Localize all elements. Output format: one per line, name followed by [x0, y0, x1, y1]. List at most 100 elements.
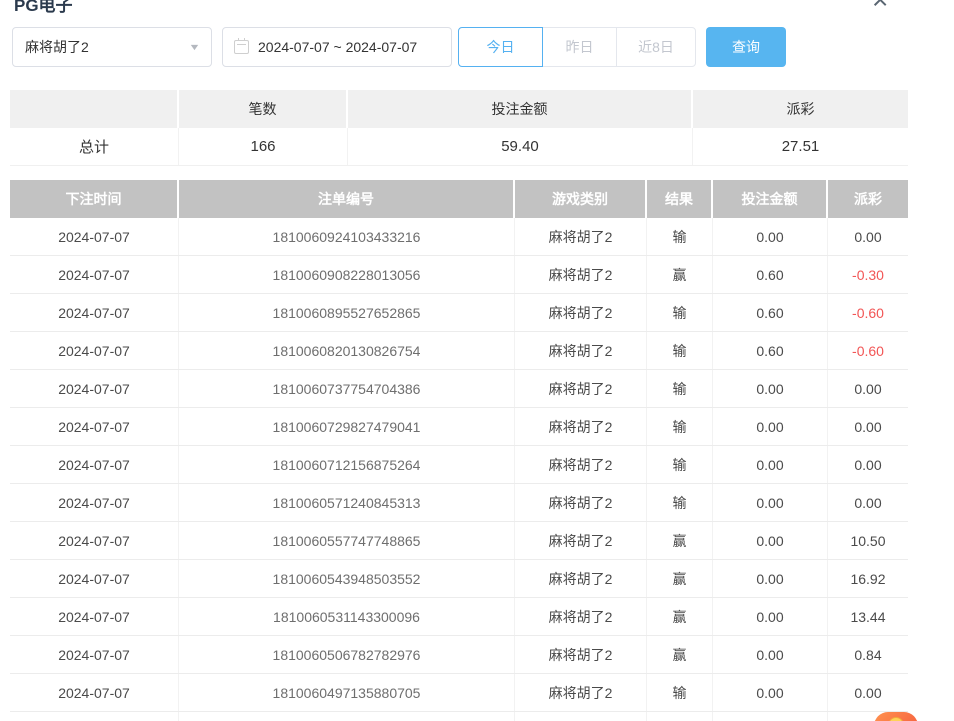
cell-result: 输	[647, 408, 713, 445]
cell-result: 赢	[647, 598, 713, 635]
cell-bet-id: 1810060737754704386	[179, 370, 515, 407]
header-result: 结果	[647, 180, 713, 218]
table-row: 2024-07-07 1810060506782782976 麻将胡了2 赢 0…	[10, 636, 908, 674]
table-row: 2024-07-07 1810060729827479041 麻将胡了2 输 0…	[10, 408, 908, 446]
cell-bet-id: 1810060557747748865	[179, 522, 515, 559]
table-row: 2024-07-07 1810060531143300096 麻将胡了2 赢 0…	[10, 598, 908, 636]
cell-bet-id: 1810060820130826754	[179, 332, 515, 369]
cell-bet-id: 1810060729827479041	[179, 408, 515, 445]
cell-bet-time: 2024-07-07	[10, 598, 179, 635]
cell-bet-time: 2024-07-07	[10, 560, 179, 597]
table-body: 2024-07-07 1810060924103433216 麻将胡了2 输 0…	[10, 218, 908, 712]
table-row: 2024-07-07 1810060737754704386 麻将胡了2 输 0…	[10, 370, 908, 408]
cell-bet-time: 2024-07-07	[10, 294, 179, 331]
cell-bet-time: 2024-07-07	[10, 674, 179, 711]
cell-bet-amount: 0.60	[713, 294, 828, 331]
cell-game-type: 麻将胡了2	[515, 636, 647, 673]
calendar-icon	[234, 40, 249, 54]
cell-bet-id: 1810060571240845313	[179, 484, 515, 521]
date-range-picker[interactable]: 2024-07-07 ~ 2024-07-07	[222, 27, 452, 67]
header-payout: 派彩	[828, 180, 908, 218]
summary-header-payout: 派彩	[693, 90, 908, 128]
chevron-down-icon: ▼	[188, 42, 200, 52]
today-button[interactable]: 今日	[458, 27, 543, 67]
cell-game-type: 麻将胡了2	[515, 218, 647, 255]
cell-bet-id: 1810060895527652865	[179, 294, 515, 331]
header-bet-id: 注单编号	[179, 180, 515, 218]
cell-payout: 16.92	[828, 560, 908, 597]
table-row: 2024-07-07 1810060712156875264 麻将胡了2 输 0…	[10, 446, 908, 484]
summary-total-count: 166	[179, 128, 348, 165]
cell-game-type: 麻将胡了2	[515, 484, 647, 521]
cell-bet-amount: 0.00	[713, 484, 828, 521]
cell-bet-time: 2024-07-07	[10, 332, 179, 369]
cell-result: 输	[647, 674, 713, 711]
cell-bet-time: 2024-07-07	[10, 370, 179, 407]
summary-total-payout: 27.51	[693, 128, 908, 165]
cell-bet-time: 2024-07-07	[10, 522, 179, 559]
query-button[interactable]: 查询	[706, 27, 786, 67]
table-row: 2024-07-07 1810060571240845313 麻将胡了2 输 0…	[10, 484, 908, 522]
cell-result: 赢	[647, 522, 713, 559]
cell-result: 赢	[647, 560, 713, 597]
cell-game-type: 麻将胡了2	[515, 256, 647, 293]
cell-bet-time: 2024-07-07	[10, 636, 179, 673]
yesterday-button[interactable]: 昨日	[542, 27, 617, 67]
summary-total-bet-amount: 59.40	[348, 128, 693, 165]
cell-game-type: 麻将胡了2	[515, 522, 647, 559]
cell-result: 输	[647, 370, 713, 407]
last8days-button[interactable]: 近8日	[616, 27, 696, 67]
cell-game-type: 麻将胡了2	[515, 370, 647, 407]
cell-bet-amount: 0.00	[713, 522, 828, 559]
cell-result: 输	[647, 332, 713, 369]
cell-game-type: 麻将胡了2	[515, 598, 647, 635]
cell-bet-amount: 0.00	[713, 218, 828, 255]
cell-payout: 0.00	[828, 370, 908, 407]
header-bet-amount: 投注金额	[713, 180, 828, 218]
cell-payout: 0.00	[828, 674, 908, 711]
cell-bet-amount: 0.00	[713, 370, 828, 407]
cell-bet-time: 2024-07-07	[10, 446, 179, 483]
table-row: 2024-07-07 1810060497135880705 麻将胡了2 输 0…	[10, 674, 908, 712]
cell-game-type: 麻将胡了2	[515, 560, 647, 597]
summary-header-bet-amount: 投注金额	[348, 90, 693, 128]
cell-result: 输	[647, 446, 713, 483]
cell-payout: 13.44	[828, 598, 908, 635]
cell-bet-amount: 0.00	[713, 560, 828, 597]
summary-total-label: 总计	[10, 128, 179, 165]
cell-result: 输	[647, 484, 713, 521]
cell-bet-id: 1810060908228013056	[179, 256, 515, 293]
cell-bet-amount: 0.60	[713, 256, 828, 293]
table-row: 2024-07-07 1810060924103433216 麻将胡了2 输 0…	[10, 218, 908, 256]
cell-payout: -0.60	[828, 332, 908, 369]
cell-game-type: 麻将胡了2	[515, 408, 647, 445]
close-icon[interactable]: ×	[872, 0, 888, 14]
cell-result: 输	[647, 218, 713, 255]
summary-total-row: 总计 166 59.40 27.51	[10, 128, 908, 166]
cell-result: 赢	[647, 636, 713, 673]
cell-result: 输	[647, 294, 713, 331]
cell-bet-time: 2024-07-07	[10, 484, 179, 521]
cell-payout: 10.50	[828, 522, 908, 559]
summary-header-count: 笔数	[179, 90, 348, 128]
summary-header-blank	[10, 90, 179, 128]
table-header-row: 下注时间 注单编号 游戏类别 结果 投注金额 派彩	[10, 180, 908, 218]
cell-bet-time: 2024-07-07	[10, 256, 179, 293]
cell-bet-amount: 0.00	[713, 408, 828, 445]
summary-table: 笔数 投注金额 派彩 总计 166 59.40 27.51	[10, 90, 908, 166]
coin-icon	[888, 717, 904, 721]
cell-payout: 0.84	[828, 636, 908, 673]
cell-payout: 0.00	[828, 446, 908, 483]
table-row: 2024-07-07 1810060820130826754 麻将胡了2 输 0…	[10, 332, 908, 370]
floating-service-button[interactable]	[874, 712, 918, 721]
cell-bet-time: 2024-07-07	[10, 408, 179, 445]
quick-range-button-group: 今日 昨日 近8日	[458, 27, 696, 67]
table-row: 2024-07-07 1810060908228013056 麻将胡了2 赢 0…	[10, 256, 908, 294]
table-row: 2024-07-07 1810060543948503552 麻将胡了2 赢 0…	[10, 560, 908, 598]
game-select-value: 麻将胡了2	[25, 37, 89, 57]
cell-payout: -0.30	[828, 256, 908, 293]
cell-payout: -0.60	[828, 294, 908, 331]
game-select[interactable]: 麻将胡了2 ▼	[12, 27, 212, 67]
cell-game-type: 麻将胡了2	[515, 294, 647, 331]
cell-bet-amount: 0.00	[713, 674, 828, 711]
